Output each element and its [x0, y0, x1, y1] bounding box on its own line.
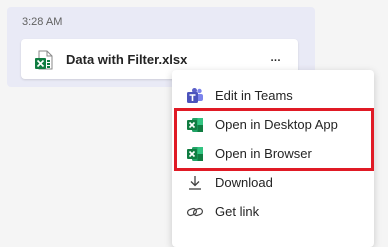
menu-item-edit-in-teams[interactable]: Edit in Teams [172, 82, 374, 110]
menu-item-label: Get link [215, 204, 260, 219]
menu-item-label: Open in Desktop App [215, 117, 338, 132]
excel-file-icon [34, 50, 54, 70]
menu-item-open-in-desktop-app[interactable]: Open in Desktop App [172, 111, 374, 139]
menu-item-get-link[interactable]: Get link [172, 198, 374, 226]
teams-icon [186, 87, 204, 105]
menu-item-label: Edit in Teams [215, 88, 293, 103]
file-name: Data with Filter.xlsx [66, 52, 188, 67]
menu-item-open-in-browser[interactable]: Open in Browser [172, 140, 374, 168]
link-icon [186, 203, 204, 221]
more-options-button[interactable]: ... [264, 48, 286, 66]
excel-icon [186, 145, 204, 163]
menu-item-download[interactable]: Download [172, 169, 374, 197]
context-menu: Edit in Teams Open in Desktop App Open i [172, 70, 374, 247]
download-icon [186, 174, 204, 192]
message-timestamp: 3:28 AM [22, 16, 63, 28]
menu-item-label: Download [215, 175, 273, 190]
menu-item-label: Open in Browser [215, 146, 312, 161]
excel-icon [186, 116, 204, 134]
